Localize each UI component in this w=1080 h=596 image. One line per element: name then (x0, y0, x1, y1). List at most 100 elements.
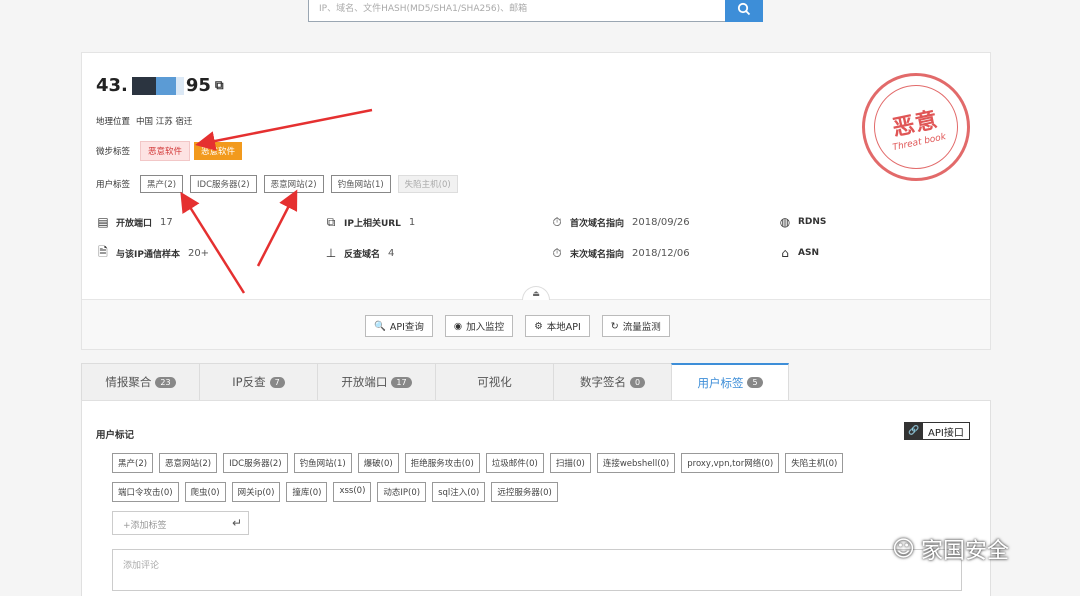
local-api-button[interactable]: ⚙ 本地API (525, 315, 590, 337)
globe-icon: ◍ (779, 215, 791, 229)
malicious-stamp: 恶意 Threat book (851, 62, 981, 192)
user-tag[interactable]: IDC服务器(2) (190, 175, 257, 193)
tab-badge: 23 (155, 376, 176, 388)
redacted-block (131, 76, 184, 95)
stopwatch-icon: ⏱ (552, 214, 562, 229)
tag-option[interactable]: 端口令攻击(0) (112, 482, 179, 502)
api-interface-button[interactable]: 🔗 API接口 (904, 422, 970, 440)
stat-label: 末次域名指向 (570, 249, 625, 260)
tag-option[interactable]: 拒绝服务攻击(0) (404, 453, 480, 473)
tag-option[interactable]: xss(0) (333, 482, 372, 502)
tab-visualization[interactable]: 可视化 (435, 363, 553, 401)
button-label: 加入监控 (466, 322, 505, 333)
comment-textarea[interactable]: 添加评论 (112, 549, 962, 591)
tag-option[interactable]: 爆破(0) (357, 453, 399, 473)
copy-icon[interactable]: ⧉ (215, 78, 224, 93)
server-icon: ▤ (97, 215, 109, 229)
stat-label: RDNS (798, 217, 827, 227)
tag-option[interactable]: sql注入(0) (432, 482, 486, 502)
stat-label: 开放端口 (116, 218, 153, 229)
link-icon: ⧉ (326, 214, 336, 229)
stat-value: 2018/12/06 (632, 247, 690, 259)
ip-prefix: 43. (96, 75, 128, 96)
add-monitor-button[interactable]: ◉ 加入监控 (444, 315, 514, 337)
refresh-icon: ↻ (610, 320, 619, 332)
tag-option[interactable]: 连接webshell(0) (596, 453, 676, 473)
tab-digital-signature[interactable]: 数字签名 0 (553, 363, 671, 401)
stat-first-resolve: ⏱ 首次域名指向 2018/09/26 (550, 214, 690, 229)
stat-reverse-domains[interactable]: ⊥ 反查域名 4 (324, 246, 395, 260)
panel-title: 用户标记 (96, 430, 135, 441)
watermark: ☺ 家国安全 (892, 533, 1009, 565)
ip-suffix: 95 (185, 75, 211, 96)
tab-label: 开放端口 (341, 375, 388, 389)
chevron-up-icon: ⏏ (532, 289, 540, 298)
tab-label: 情报聚合 (105, 375, 152, 389)
user-tag[interactable]: 失陷主机(0) (397, 175, 458, 193)
tag-option[interactable]: 黑产(2) (112, 453, 154, 473)
enter-icon[interactable]: ↵ (232, 516, 242, 530)
tag-option[interactable]: 扫描(0) (549, 453, 591, 473)
button-label: API接口 (928, 427, 964, 439)
stat-label: 反查域名 (344, 249, 381, 260)
action-buttons: 🔍 API查询 ◉ 加入监控 ⚙ 本地API ↻ 流量监测 (365, 315, 670, 337)
tab-label: IP反查 (232, 375, 266, 389)
user-tag[interactable]: 恶意网站(2) (263, 175, 324, 193)
tag-option[interactable]: 撞库(0) (286, 482, 328, 502)
tag-option[interactable]: 网关ip(0) (231, 482, 281, 502)
tag-option[interactable]: 钓鱼网站(1) (293, 453, 352, 473)
stat-open-ports[interactable]: ▤ 开放端口 17 (96, 215, 172, 229)
tab-ip-reverse[interactable]: IP反查 7 (199, 363, 317, 401)
tag-row-1: 黑产(2) 恶意网站(2) IDC服务器(2) 钓鱼网站(1) 爆破(0) 拒绝… (112, 453, 844, 473)
geo-value: 中国 江苏 宿迁 (136, 117, 193, 127)
tab-label: 用户标签 (697, 375, 744, 390)
tag-option[interactable]: proxy,vpn,tor网络(0) (681, 453, 780, 473)
camera-icon: ◉ (453, 320, 463, 332)
search-button[interactable] (725, 0, 763, 22)
tag-option[interactable]: 动态IP(0) (377, 482, 427, 502)
stat-value: 20+ (187, 247, 210, 259)
search-icon (737, 2, 751, 16)
stat-last-resolve: ⏱ 末次域名指向 2018/12/06 (550, 246, 690, 260)
tag-option[interactable]: 失陷主机(0) (785, 453, 844, 473)
stat-rdns[interactable]: ◍ RDNS (778, 215, 827, 229)
wechat-icon: ☺ (892, 536, 915, 562)
textarea-placeholder: 添加评论 (123, 561, 160, 571)
user-tags-row: 用户标签 黑产(2) IDC服务器(2) 恶意网站(2) 钓鱼网站(1) 失陷主… (96, 175, 465, 193)
tag-option[interactable]: 垃圾邮件(0) (485, 453, 544, 473)
hierarchy-icon: ⊥ (325, 246, 337, 260)
gear-icon: ⚙ (534, 320, 543, 332)
tab-user-tags[interactable]: 用户标签 5 (671, 363, 789, 401)
add-tag-input[interactable]: +添加标签 ↵ (112, 511, 249, 535)
collapse-toggle[interactable]: ⏏ (522, 286, 550, 300)
micro-label: 微步标签 (96, 147, 131, 157)
stat-value: 2018/09/26 (632, 216, 690, 228)
stat-samples[interactable]: 🗎 与该IP通信样本 20+ (96, 245, 210, 260)
button-label: API查询 (389, 322, 424, 333)
tag-option[interactable]: 恶意网站(2) (159, 453, 218, 473)
tab-badge: 17 (391, 376, 412, 388)
stat-asn[interactable]: ⌂ ASN (778, 246, 819, 260)
tab-open-ports[interactable]: 开放端口 17 (317, 363, 435, 401)
traffic-monitor-button[interactable]: ↻ 流量监测 (601, 315, 670, 337)
tag-option[interactable]: 远控服务器(0) (491, 482, 558, 502)
tab-intel[interactable]: 情报聚合 23 (81, 363, 199, 401)
stat-label: 与该IP通信样本 (116, 249, 180, 260)
stat-related-url[interactable]: ⧉ IP上相关URL 1 (324, 214, 416, 229)
tag-option[interactable]: 爬虫(0) (184, 482, 226, 502)
search-input[interactable]: IP、域名、文件HASH(MD5/SHA1/SHA256)、邮箱 (308, 0, 725, 22)
user-tag[interactable]: 黑产(2) (140, 175, 184, 193)
user-label: 用户标签 (96, 180, 131, 190)
stat-label: IP上相关URL (344, 218, 401, 229)
tag-option[interactable]: IDC服务器(2) (223, 453, 288, 473)
tab-label: 数字签名 (579, 375, 626, 389)
micro-tag-malware: 恶意软件 (140, 141, 191, 161)
stat-value: 1 (408, 216, 416, 228)
geo-row: 地理位置 中国 江苏 宿迁 (96, 115, 192, 127)
tab-label: 可视化 (477, 375, 512, 389)
link-icon: 🔗 (905, 422, 923, 440)
search-doc-icon: 🔍 (374, 320, 386, 332)
api-query-button[interactable]: 🔍 API查询 (365, 315, 433, 337)
tab-badge: 0 (629, 376, 646, 388)
user-tag[interactable]: 钓鱼网站(1) (330, 175, 391, 193)
